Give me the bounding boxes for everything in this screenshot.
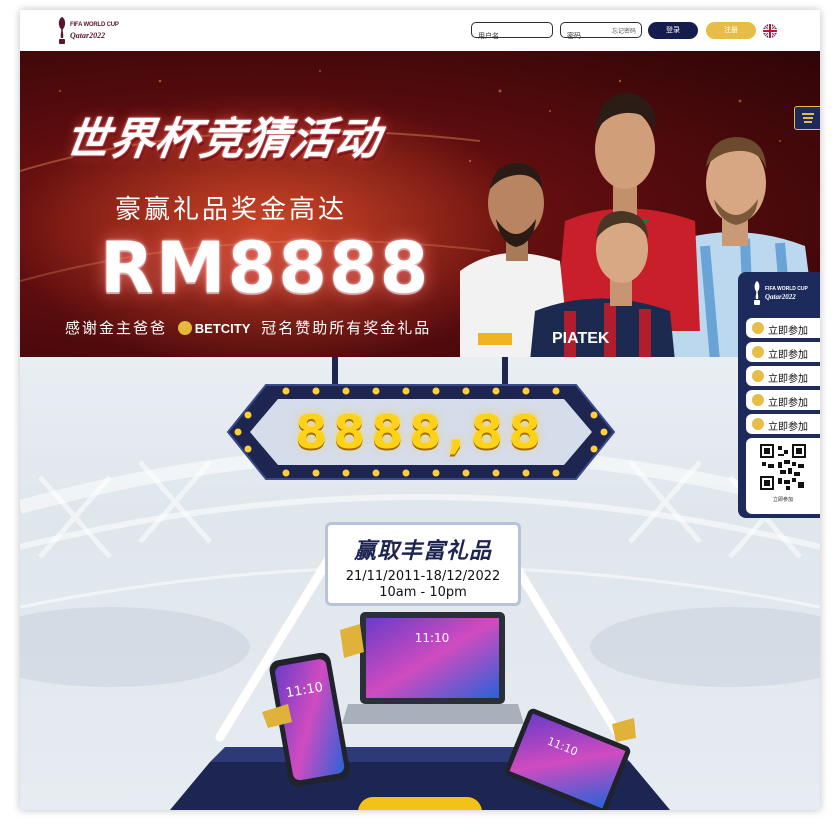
sponsor-suffix: 冠名赞助所有奖金礼品 bbox=[261, 319, 432, 337]
event-info-card: 赢取丰富礼品 21/11/2011-18/12/2022 10am - 10pm bbox=[325, 522, 521, 606]
event-title: 赢取丰富礼品 bbox=[353, 539, 492, 564]
sponsor-brand: BETCITY bbox=[194, 321, 251, 336]
side-join-label: 立即参加 bbox=[768, 374, 808, 385]
betcity-logo: BETCITY bbox=[177, 321, 251, 336]
page: FIFA WORLD CUP Qatar2022 忘记密码 登录 注册 bbox=[20, 10, 820, 810]
password-field[interactable]: 忘记密码 bbox=[560, 22, 642, 43]
forgot-password-link[interactable]: 忘记密码 bbox=[612, 26, 636, 35]
trophy-icon bbox=[754, 281, 760, 305]
join-icon bbox=[752, 346, 764, 358]
qr-caption: 立即参加 bbox=[772, 497, 793, 503]
menu-icon-line bbox=[804, 121, 812, 123]
join-icon bbox=[752, 394, 764, 406]
jackpot-display: 8888,88 bbox=[226, 377, 616, 487]
join-icon bbox=[752, 418, 764, 430]
username-input[interactable] bbox=[472, 29, 552, 43]
menu-toggle-button[interactable] bbox=[794, 106, 820, 130]
event-dates: 21/11/2011-18/12/2022 bbox=[345, 569, 501, 584]
menu-icon-line bbox=[803, 117, 813, 119]
join-now-button[interactable] bbox=[358, 797, 482, 810]
qr-code-icon bbox=[760, 444, 806, 490]
sponsor-prefix: 感谢金主爸爸 bbox=[65, 319, 168, 337]
prize-devices-image: 11:10 11:10 11:10 bbox=[262, 612, 636, 810]
logo-line1: FIFA WORLD CUP bbox=[70, 22, 119, 28]
side-join-item-3[interactable]: 立即参加 bbox=[746, 366, 820, 386]
jackpot-amount: 8888,88 bbox=[295, 405, 547, 459]
side-quick-panel: FIFA WORLD CUP Qatar2022 立即参加 立即参加 立即参加 … bbox=[738, 272, 820, 518]
hero-sponsor-line: 感谢金主爸爸 BETCITY 冠名赞助所有奖金礼品 bbox=[65, 317, 431, 338]
qr-code-card[interactable]: 立即参加 bbox=[746, 438, 820, 514]
promo-section: 8888,88 赢取丰富礼品 21/11/2011-18/12/2022 10a… bbox=[20, 357, 820, 810]
join-icon bbox=[752, 322, 764, 334]
player-shirt-text: PIATEK bbox=[552, 330, 610, 347]
side-join-item-5[interactable]: 立即参加 bbox=[746, 414, 820, 434]
hero-title: 世界杯竞猜活动 bbox=[61, 114, 384, 165]
hero-prize-amount: RM8888 bbox=[100, 227, 431, 309]
world-cup-logo[interactable]: FIFA WORLD CUP Qatar2022 bbox=[56, 16, 126, 46]
username-field[interactable] bbox=[471, 22, 553, 43]
laptop-clock: 11:10 bbox=[415, 631, 450, 645]
side-join-item-2[interactable]: 立即参加 bbox=[746, 342, 820, 362]
side-join-label: 立即参加 bbox=[768, 326, 808, 337]
side-logo-line2: Qatar2022 bbox=[765, 293, 796, 301]
side-join-label: 立即参加 bbox=[768, 350, 808, 361]
side-join-label: 立即参加 bbox=[768, 422, 808, 433]
side-logo-line1: FIFA WORLD CUP bbox=[765, 286, 808, 292]
side-world-cup-logo: FIFA WORLD CUP Qatar2022 bbox=[738, 272, 820, 316]
side-join-item-4[interactable]: 立即参加 bbox=[746, 390, 820, 410]
event-time: 10am - 10pm bbox=[379, 585, 467, 600]
menu-icon-line bbox=[802, 113, 814, 115]
betcity-emblem-icon bbox=[177, 321, 192, 335]
side-join-item-1[interactable]: 立即参加 bbox=[746, 318, 820, 338]
logo-line2: Qatar2022 bbox=[70, 31, 106, 40]
uk-flag-icon[interactable] bbox=[763, 24, 777, 38]
register-button[interactable]: 注册 bbox=[706, 22, 756, 39]
top-header: FIFA WORLD CUP Qatar2022 忘记密码 登录 注册 bbox=[20, 10, 820, 52]
hero-banner: 世界杯竞猜活动 豪赢礼品奖金高达 RM8888 感谢金主爸爸 BETCITY 冠… bbox=[20, 51, 820, 357]
side-join-label: 立即参加 bbox=[768, 398, 808, 409]
join-icon bbox=[752, 370, 764, 382]
trophy-icon bbox=[58, 17, 66, 44]
hero-subtitle: 豪赢礼品奖金高达 bbox=[115, 195, 348, 225]
login-button[interactable]: 登录 bbox=[648, 22, 698, 39]
